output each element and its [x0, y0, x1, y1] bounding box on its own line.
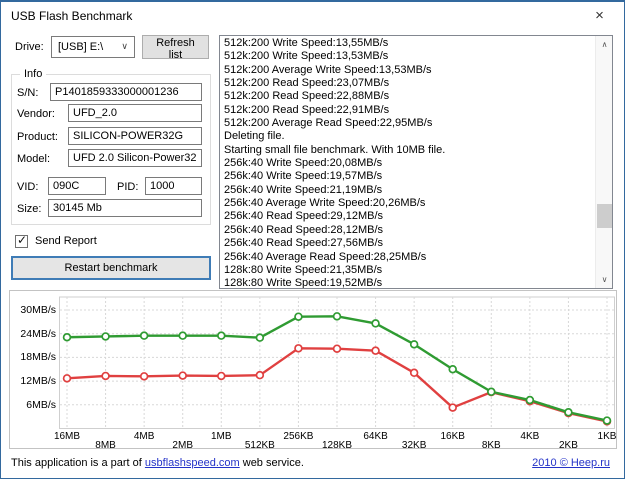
window-title: USB Flash Benchmark [11, 9, 132, 23]
y-tick-label: 18MB/s [12, 351, 56, 363]
log-line: Deleting file. [224, 130, 592, 143]
model-label: Model: [17, 153, 50, 165]
usbflashspeed-link[interactable]: usbflashspeed.com [145, 457, 240, 469]
drive-select-value: [USB] E:\ [58, 41, 103, 53]
y-tick-label: 12MB/s [12, 375, 56, 387]
log-line: 256k:40 Read Speed:28,12MB/s [224, 224, 592, 237]
sn-field[interactable] [50, 83, 202, 101]
x-tick-label: 16KB [433, 431, 473, 442]
log-line: 256k:40 Read Speed:27,56MB/s [224, 237, 592, 250]
model-field[interactable] [68, 149, 202, 167]
y-tick-label: 24MB/s [12, 328, 56, 340]
log-line: 256k:40 Average Write Speed:20,26MB/s [224, 197, 592, 210]
close-icon: × [595, 8, 604, 23]
pid-field[interactable] [145, 177, 202, 195]
product-field[interactable] [68, 127, 202, 145]
log-line: 256k:40 Read Speed:29,12MB/s [224, 210, 592, 223]
log-line: 512k:200 Write Speed:13,55MB/s [224, 37, 592, 50]
log-line: 128k:80 Write Speed:19,52MB/s [224, 277, 592, 289]
vid-field[interactable] [48, 177, 106, 195]
x-tick-label: 1KB [587, 431, 625, 442]
title-bar[interactable]: USB Flash Benchmark × [1, 2, 624, 30]
log-line: 512k:200 Average Read Speed:22,95MB/s [224, 117, 592, 130]
send-report-label: Send Report [35, 235, 97, 247]
log-line: 512k:200 Read Speed:22,91MB/s [224, 104, 592, 117]
y-tick-label: 30MB/s [12, 304, 56, 316]
chart-svg [59, 293, 615, 431]
footer-text: This application is a part of usbflashsp… [11, 457, 304, 469]
product-label: Product: [17, 131, 58, 143]
x-tick-label: 32KB [394, 440, 434, 451]
close-button[interactable]: × [577, 2, 622, 29]
x-tick-label: 256KB [278, 431, 318, 442]
drive-label: Drive: [15, 41, 44, 53]
chevron-down-icon: ∨ [602, 275, 608, 284]
log-line: 128k:80 Write Speed:21,35MB/s [224, 264, 592, 277]
x-tick-label: 128KB [317, 440, 357, 451]
footer-suffix: web service. [240, 457, 304, 469]
sn-label: S/N: [17, 87, 38, 99]
footer-prefix: This application is a part of [11, 457, 145, 469]
x-tick-label: 8KB [471, 440, 511, 451]
restart-benchmark-button[interactable]: Restart benchmark [11, 256, 211, 280]
log-line: 512k:200 Average Write Speed:13,53MB/s [224, 64, 592, 77]
log-lines: 512k:200 Write Speed:13,55MB/s512k:200 W… [224, 37, 592, 289]
log-line: 512k:200 Write Speed:13,53MB/s [224, 50, 592, 63]
x-tick-label: 8MB [86, 440, 126, 451]
x-tick-label: 64KB [356, 431, 396, 442]
drive-select[interactable]: [USB] E:\ ∨ [51, 36, 135, 58]
size-field[interactable] [48, 199, 202, 217]
log-line: 512k:200 Read Speed:22,88MB/s [224, 90, 592, 103]
log-line: 256k:40 Write Speed:19,57MB/s [224, 170, 592, 183]
scroll-down-button[interactable]: ∨ [596, 271, 613, 288]
x-tick-label: 16MB [47, 431, 87, 442]
log-line: Starting small file benchmark. With 10MB… [224, 144, 592, 157]
size-label: Size: [17, 203, 41, 215]
app-window: USB Flash Benchmark × Drive: [USB] E:\ ∨… [0, 0, 625, 479]
vendor-field[interactable] [68, 104, 202, 122]
info-groupbox: Info S/N: Vendor: Product: Model: VID: P… [11, 74, 211, 225]
chevron-down-icon: ∨ [121, 41, 128, 52]
benchmark-chart: 30MB/s24MB/s18MB/s12MB/s6MB/s16MB8MB4MB2… [9, 290, 617, 449]
scroll-up-button[interactable]: ∧ [596, 36, 613, 53]
log-output[interactable]: 512k:200 Write Speed:13,55MB/s512k:200 W… [219, 35, 613, 289]
x-tick-label: 4KB [510, 431, 550, 442]
log-line: 256k:40 Write Speed:20,08MB/s [224, 157, 592, 170]
x-tick-label: 2KB [548, 440, 588, 451]
log-line: 256k:40 Write Speed:21,19MB/s [224, 184, 592, 197]
log-line: 256k:40 Average Read Speed:28,25MB/s [224, 251, 592, 264]
x-tick-label: 2MB [163, 440, 203, 451]
pid-label: PID: [117, 181, 138, 193]
info-legend: Info [20, 68, 46, 80]
x-tick-label: 1MB [201, 431, 241, 442]
vendor-label: Vendor: [17, 108, 55, 120]
refresh-list-button[interactable]: Refresh list [142, 35, 209, 59]
x-tick-label: 512KB [240, 440, 280, 451]
vid-label: VID: [17, 181, 38, 193]
x-tick-label: 4MB [124, 431, 164, 442]
checkbox-box: ✓ [15, 235, 28, 248]
y-tick-label: 6MB/s [12, 399, 56, 411]
log-scrollbar[interactable]: ∧ ∨ [595, 36, 612, 288]
check-icon: ✓ [17, 233, 27, 247]
credit-link[interactable]: 2010 © Heep.ru [532, 457, 610, 469]
chevron-up-icon: ∧ [602, 40, 608, 49]
scrollbar-thumb[interactable] [597, 204, 612, 228]
log-line: 512k:200 Read Speed:23,07MB/s [224, 77, 592, 90]
